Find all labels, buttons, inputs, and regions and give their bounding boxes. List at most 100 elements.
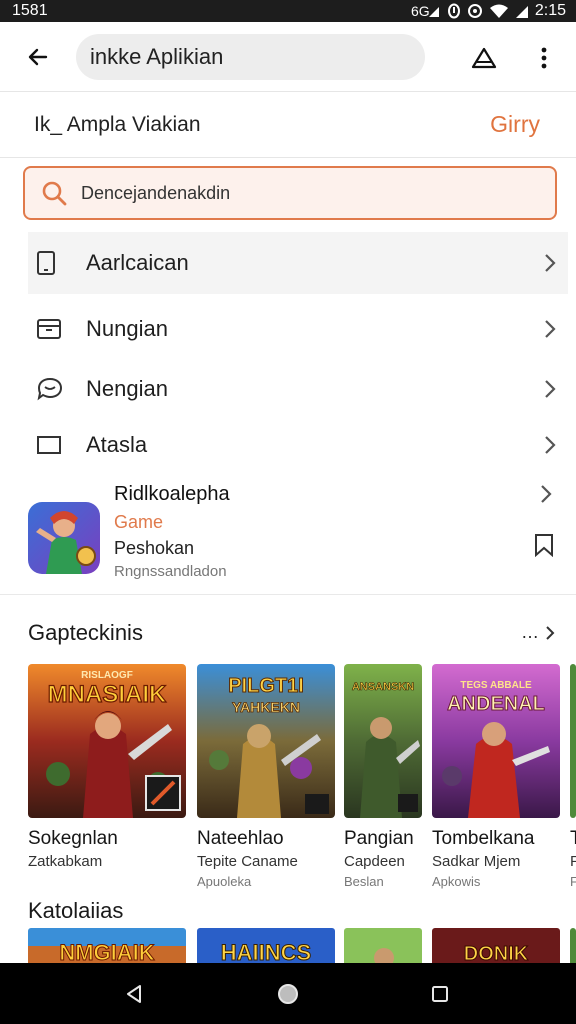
menu-item-label: Nengian — [86, 376, 168, 401]
card-subtitle: Sadkar Mjem — [432, 853, 521, 870]
chevron-right-icon — [545, 320, 556, 338]
chevron-right-icon — [545, 436, 556, 454]
search-field-text: inkke Aplikian — [90, 44, 224, 69]
app-subtitle: Peshokan — [114, 538, 195, 558]
menu-item-aarlcaican[interactable]: Aarlcaican — [28, 232, 568, 294]
nav-home-button[interactable] — [258, 963, 318, 1024]
divider — [0, 594, 576, 595]
tablet-icon — [37, 251, 55, 275]
back-button[interactable] — [10, 29, 66, 85]
sub-header-title: Ik_ Ampla Viakian — [34, 112, 201, 136]
warning-triangle-icon — [471, 47, 497, 69]
game-card[interactable]: RISLAOGF MNASIAIK Sokegnlan Zatkabkam — [28, 664, 186, 874]
game-card[interactable]: ANSANSKN Pangian Capdeen Beslan — [344, 664, 422, 889]
search-field[interactable]: inkke Aplikian — [76, 34, 425, 80]
game-thumbnail: ANSANSKN — [344, 664, 422, 818]
svg-text:6G: 6G — [411, 3, 430, 19]
card-title: Pangian — [344, 828, 414, 849]
category-thumbnail[interactable] — [570, 928, 576, 964]
svg-text:RISLAOGF: RISLAOGF — [81, 670, 133, 681]
arrow-left-icon — [28, 48, 48, 65]
svg-text:YAHKEKN: YAHKEKN — [232, 699, 300, 715]
nav-back-button[interactable] — [104, 963, 164, 1024]
search-icon — [42, 181, 67, 206]
rect-icon — [37, 436, 61, 454]
category-thumbnail[interactable]: HAIINCS — [197, 928, 335, 964]
app-name: Ridlkoalepha — [114, 483, 230, 505]
card-meta: Apuoleka — [197, 874, 252, 889]
status-time-left: 1581 — [12, 2, 48, 19]
bookmark-icon[interactable] — [533, 533, 555, 557]
nav-recents-button[interactable] — [410, 963, 470, 1024]
section-more-button[interactable]: … — [521, 622, 555, 643]
category-thumbnail[interactable]: NMGIAIK — [28, 928, 186, 964]
menu-item-nengian[interactable]: Nengian — [28, 358, 568, 420]
menu-item-label: Atasla — [86, 432, 148, 457]
card-meta: F — [570, 874, 576, 889]
more-options-button[interactable] — [524, 36, 564, 80]
search-input-text: Dencejandenakdin — [81, 182, 231, 203]
card-subtitle: F — [570, 853, 576, 870]
game-card[interactable]: PILGT1I YAHKEKN Nateehlao Tepite Caname … — [197, 664, 335, 889]
game-card[interactable]: TEGS ABBALE ANDENAL Tombelkana Sadkar Mj… — [432, 664, 560, 889]
sub-header-action[interactable]: Girry — [490, 111, 540, 138]
card-title: Nateehlao — [197, 828, 284, 849]
section-more-label: … — [521, 622, 539, 642]
more-vert-icon — [541, 47, 547, 69]
status-bar: 1581 6G 2:15 — [0, 0, 576, 22]
card-title: T — [570, 828, 576, 849]
card-title: Sokegnlan — [28, 828, 118, 849]
chevron-right-icon — [545, 254, 556, 272]
app-category: Game — [114, 512, 164, 532]
warning-button[interactable] — [462, 36, 506, 80]
svg-text:ANDENAL: ANDENAL — [447, 693, 545, 715]
card-title: Tombelkana — [432, 828, 535, 849]
svg-text:PILGT1I: PILGT1I — [228, 675, 304, 697]
svg-text:HAIINCS: HAIINCS — [221, 940, 311, 964]
sub-header: Ik_ Ampla Viakian Girry — [0, 92, 576, 158]
svg-text:TEGS ABBALE: TEGS ABBALE — [460, 680, 532, 691]
wifi-icon — [489, 4, 508, 18]
app-meta: Rngnssandladon — [114, 563, 227, 580]
menu-item-label: Nungian — [86, 316, 168, 341]
sync-icon — [467, 4, 482, 18]
status-icons: 6G 2:15 — [411, 2, 566, 20]
card-subtitle: Zatkabkam — [28, 853, 103, 870]
category-thumbnail[interactable] — [344, 928, 422, 964]
search-input[interactable]: Dencejandenakdin — [23, 166, 557, 220]
svg-text:ANSANSKN: ANSANSKN — [352, 681, 414, 693]
category-thumbnail[interactable]: DONIK — [432, 928, 560, 964]
menu-item-nungian[interactable]: Nungian — [28, 298, 568, 360]
card-subtitle: Capdeen — [344, 853, 405, 870]
menu-item-label: Aarlcaican — [86, 250, 189, 275]
chevron-right-icon — [545, 380, 556, 398]
system-nav-bar — [0, 963, 576, 1024]
game-thumbnail: RISLAOGF MNASIAIK — [28, 664, 186, 818]
alarm-icon — [447, 3, 460, 19]
chevron-right-icon[interactable] — [540, 484, 552, 504]
section-title: Gapteckinis — [28, 620, 143, 645]
status-time-right: 2:15 — [534, 2, 566, 19]
nav-back-icon — [127, 984, 141, 1003]
app-icon — [28, 502, 100, 574]
card-meta: Apkowis — [432, 874, 481, 889]
svg-text:NMGIAIK: NMGIAIK — [59, 940, 154, 964]
section-title: Katolaiias — [28, 898, 124, 923]
app-bar: inkke Aplikian — [0, 22, 576, 92]
chat-icon — [37, 377, 63, 401]
nav-recents-icon — [432, 985, 448, 1002]
game-thumbnail: TEGS ABBALE ANDENAL — [432, 664, 560, 818]
box-icon — [37, 319, 61, 339]
signal-strength-icon: 6G — [411, 3, 439, 19]
game-card[interactable]: T F F — [570, 664, 576, 889]
nav-home-icon — [278, 983, 298, 1004]
game-thumbnail — [570, 664, 576, 818]
card-meta: Beslan — [344, 874, 384, 889]
chevron-right-icon — [546, 625, 555, 640]
menu-item-atasla[interactable]: Atasla — [28, 414, 568, 476]
svg-text:MNASIAIK: MNASIAIK — [48, 681, 167, 708]
signal-bars-icon — [515, 6, 528, 18]
card-subtitle: Tepite Caname — [197, 853, 298, 870]
featured-app-card[interactable]: Ridlkoalepha Game Peshokan Rngnssandlado… — [0, 476, 576, 592]
game-thumbnail: PILGT1I YAHKEKN — [197, 664, 335, 818]
